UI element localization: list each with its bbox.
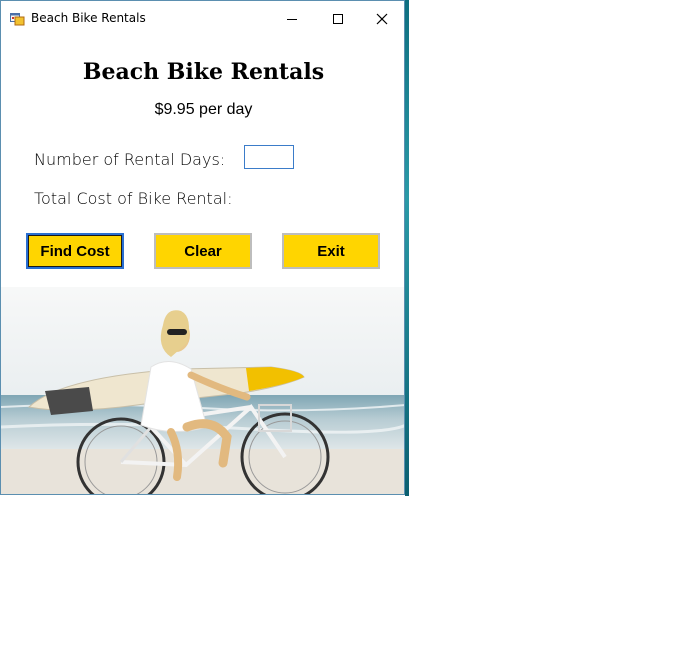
rental-days-input[interactable] (244, 145, 294, 169)
find-cost-button[interactable]: Find Cost (26, 233, 124, 269)
desktop-background-strip (405, 0, 409, 496)
window-title: Beach Bike Rentals (31, 11, 146, 25)
price-label: $9.95 per day (154, 101, 253, 118)
exit-button[interactable]: Exit (282, 233, 380, 269)
title-bar[interactable]: Beach Bike Rentals (1, 1, 404, 37)
form-heading: Beach Bike Rentals (82, 59, 325, 85)
close-button[interactable] (359, 1, 404, 37)
beach-cyclist-photo (1, 287, 404, 494)
maximize-icon (333, 14, 343, 24)
close-icon (376, 13, 388, 25)
maximize-button[interactable] (315, 1, 361, 37)
app-window: Beach Bike Rentals Beach Bike Rentals $9… (0, 0, 405, 495)
app-form-icon (10, 13, 25, 26)
minimize-icon (287, 19, 297, 20)
rental-days-label: Number of Rental Days: (34, 150, 226, 169)
minimize-button[interactable] (269, 1, 315, 37)
total-cost-label: Total Cost of Bike Rental: (34, 189, 233, 208)
clear-button[interactable]: Clear (154, 233, 252, 269)
